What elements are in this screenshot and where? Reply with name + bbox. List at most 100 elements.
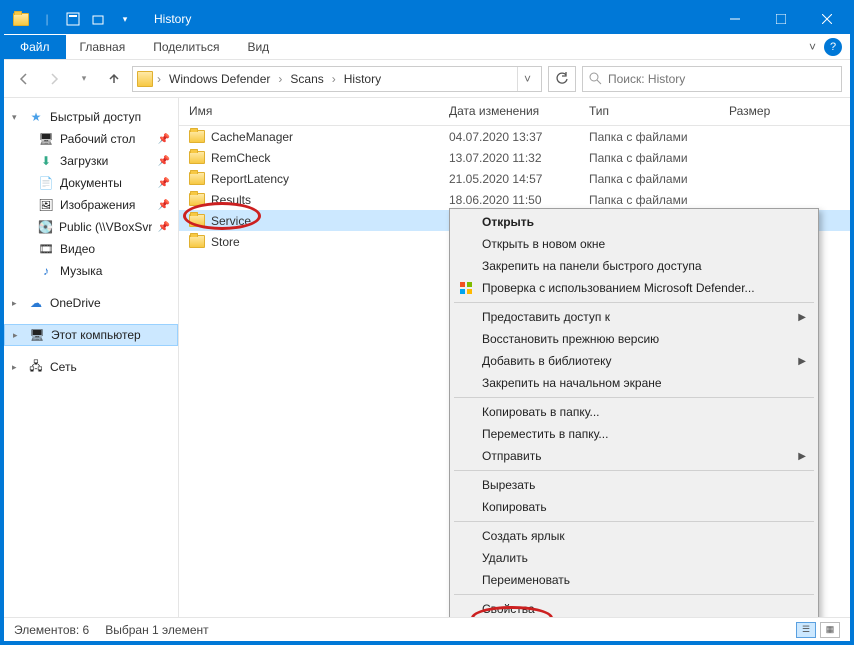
folder-icon bbox=[10, 8, 32, 30]
search-box[interactable] bbox=[582, 66, 842, 92]
menu-item-label: Удалить bbox=[482, 551, 528, 565]
menu-item[interactable]: Закрепить на панели быстрого доступа bbox=[452, 255, 816, 277]
sidebar-item-netdrive[interactable]: 💽Public (\\VBoxSvr) (📌 bbox=[4, 216, 178, 238]
chevron-right-icon: ▸ bbox=[12, 362, 22, 373]
up-button[interactable] bbox=[102, 67, 126, 91]
file-name: Service bbox=[211, 214, 251, 228]
menu-item[interactable]: Проверка с использованием Microsoft Defe… bbox=[452, 277, 816, 299]
file-name: ReportLatency bbox=[211, 172, 289, 186]
folder-icon bbox=[189, 214, 205, 227]
breadcrumb[interactable]: Scans bbox=[286, 72, 327, 86]
address-dropdown-icon[interactable]: ˅ bbox=[517, 67, 537, 91]
menu-item[interactable]: Переместить в папку... bbox=[452, 423, 816, 445]
menu-item-label: Вырезать bbox=[482, 478, 535, 492]
navigation-pane: ▾ ★ Быстрый доступ 🖥Рабочий стол📌 ⬇Загру… bbox=[4, 98, 179, 617]
menu-item-label: Закрепить на начальном экране bbox=[482, 376, 662, 390]
address-bar[interactable]: › Windows Defender › Scans › History ˅ bbox=[132, 66, 542, 92]
file-type: Папка с файлами bbox=[579, 193, 719, 207]
sidebar-item-downloads[interactable]: ⬇Загрузки📌 bbox=[4, 150, 178, 172]
breadcrumb[interactable]: History bbox=[340, 72, 385, 86]
music-icon: ♪ bbox=[38, 263, 54, 279]
menu-item-label: Восстановить прежнюю версию bbox=[482, 332, 659, 346]
menu-item[interactable]: Добавить в библиотеку ▶ bbox=[452, 350, 816, 372]
menu-item[interactable]: Предоставить доступ к▶ bbox=[452, 306, 816, 328]
file-tab[interactable]: Файл bbox=[4, 35, 66, 59]
view-details-button[interactable]: ☰ bbox=[796, 622, 816, 638]
sidebar-onedrive[interactable]: ▸☁OneDrive bbox=[4, 292, 178, 314]
menu-item-label: Копировать bbox=[482, 500, 547, 514]
table-row[interactable]: RemCheck 13.07.2020 11:32 Папка с файлам… bbox=[179, 147, 850, 168]
menu-item[interactable]: Копировать bbox=[452, 496, 816, 518]
menu-separator bbox=[454, 521, 814, 522]
close-button[interactable] bbox=[804, 4, 850, 34]
video-icon: 🎞 bbox=[38, 241, 54, 257]
sidebar-item-documents[interactable]: 📄Документы📌 bbox=[4, 172, 178, 194]
window-title: History bbox=[154, 12, 191, 26]
search-input[interactable] bbox=[608, 72, 835, 86]
status-selected: Выбран 1 элемент bbox=[105, 623, 208, 637]
breadcrumb-sep: › bbox=[276, 72, 284, 86]
menu-item-label: Закрепить на панели быстрого доступа bbox=[482, 259, 702, 273]
menu-item[interactable]: Отправить▶ bbox=[452, 445, 816, 467]
menu-item[interactable]: Открыть bbox=[452, 211, 816, 233]
column-date[interactable]: Дата изменения bbox=[439, 98, 579, 125]
folder-icon bbox=[189, 172, 205, 185]
sidebar-network[interactable]: ▸🖧Сеть bbox=[4, 356, 178, 378]
sidebar-item-label: Рабочий стол bbox=[60, 132, 135, 146]
menu-item[interactable]: Вырезать bbox=[452, 474, 816, 496]
submenu-arrow-icon: ▶ bbox=[798, 356, 806, 367]
table-row[interactable]: CacheManager 04.07.2020 13:37 Папка с фа… bbox=[179, 126, 850, 147]
menu-item[interactable]: Закрепить на начальном экране bbox=[452, 372, 816, 394]
sidebar-item-video[interactable]: 🎞Видео bbox=[4, 238, 178, 260]
images-icon: 🖼 bbox=[38, 197, 54, 213]
menu-item-label: Открыть bbox=[482, 215, 534, 229]
column-size[interactable]: Размер bbox=[719, 98, 850, 125]
tab-view[interactable]: Вид bbox=[233, 35, 283, 59]
sidebar-item-music[interactable]: ♪ Музыка bbox=[4, 260, 178, 282]
help-icon[interactable]: ? bbox=[824, 38, 842, 56]
table-row[interactable]: ReportLatency 21.05.2020 14:57 Папка с ф… bbox=[179, 168, 850, 189]
menu-item[interactable]: Создать ярлык bbox=[452, 525, 816, 547]
defender-icon bbox=[458, 280, 474, 296]
forward-button[interactable] bbox=[42, 67, 66, 91]
table-row[interactable]: Results 18.06.2020 11:50 Папка с файлами bbox=[179, 189, 850, 210]
submenu-arrow-icon: ▶ bbox=[798, 451, 806, 462]
menu-item[interactable]: Восстановить прежнюю версию bbox=[452, 328, 816, 350]
recent-dropdown-icon[interactable]: ▾ bbox=[72, 67, 96, 91]
view-icons-button[interactable]: ▦ bbox=[820, 622, 840, 638]
search-icon bbox=[589, 72, 602, 85]
column-name[interactable]: Имя bbox=[179, 98, 439, 125]
menu-item[interactable]: Открыть в новом окне bbox=[452, 233, 816, 255]
file-type: Папка с файлами bbox=[579, 130, 719, 144]
tab-home[interactable]: Главная bbox=[66, 35, 140, 59]
menu-item-label: Добавить в библиотеку bbox=[482, 354, 612, 368]
minimize-button[interactable] bbox=[712, 4, 758, 34]
breadcrumb[interactable]: Windows Defender bbox=[165, 72, 274, 86]
quick-access[interactable]: ▾ ★ Быстрый доступ bbox=[4, 106, 178, 128]
pc-icon: 🖥 bbox=[29, 327, 45, 343]
status-bar: Элементов: 6 Выбран 1 элемент ☰ ▦ bbox=[4, 617, 850, 641]
menu-item[interactable]: Копировать в папку... bbox=[452, 401, 816, 423]
menu-item[interactable]: Удалить bbox=[452, 547, 816, 569]
back-button[interactable] bbox=[12, 67, 36, 91]
ribbon-collapse-icon[interactable]: ˅ bbox=[809, 40, 816, 54]
sidebar-item-label: Этот компьютер bbox=[51, 328, 141, 342]
netdrive-icon: 💽 bbox=[38, 219, 53, 235]
maximize-button[interactable] bbox=[758, 4, 804, 34]
sidebar-item-desktop[interactable]: 🖥Рабочий стол📌 bbox=[4, 128, 178, 150]
qat-newfolder-icon[interactable] bbox=[88, 8, 110, 30]
refresh-button[interactable] bbox=[548, 66, 576, 92]
sidebar-this-pc[interactable]: ▸🖥Этот компьютер bbox=[4, 324, 178, 346]
tab-share[interactable]: Поделиться bbox=[139, 35, 233, 59]
menu-item-label: Переместить в папку... bbox=[482, 427, 608, 441]
menu-item[interactable]: Переименовать bbox=[452, 569, 816, 591]
qat-dropdown-icon[interactable]: ▾ bbox=[114, 8, 136, 30]
menu-item[interactable]: Свойства bbox=[452, 598, 816, 617]
column-type[interactable]: Тип bbox=[579, 98, 719, 125]
sidebar-item-images[interactable]: 🖼Изображения📌 bbox=[4, 194, 178, 216]
menu-item-label: Свойства bbox=[482, 602, 535, 616]
file-date: 18.06.2020 11:50 bbox=[439, 193, 579, 207]
navigation-bar: ▾ › Windows Defender › Scans › History ˅ bbox=[4, 60, 850, 98]
qat-properties-icon[interactable] bbox=[62, 8, 84, 30]
sidebar-item-label: Музыка bbox=[60, 264, 102, 278]
